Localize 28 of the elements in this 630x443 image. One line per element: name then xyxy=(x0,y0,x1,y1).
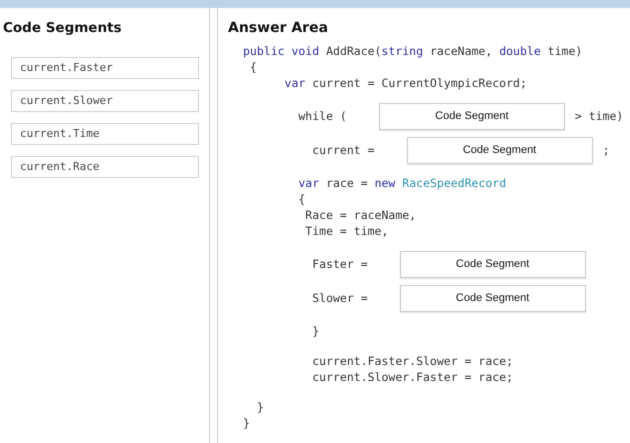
code-segment-tile[interactable]: current.Race xyxy=(11,156,199,178)
code-segment-tile[interactable]: current.Slower xyxy=(11,90,199,112)
drop-target[interactable]: Code Segment xyxy=(378,102,565,130)
code-text: Faster = xyxy=(311,257,368,271)
panel-title: Code Segments xyxy=(3,20,122,38)
code-line: Race = raceName, xyxy=(304,208,416,222)
code-segment-tile[interactable]: current.Faster xyxy=(11,57,199,79)
code-segment-tile[interactable]: current.Time xyxy=(11,123,199,145)
code-text: > time) xyxy=(574,109,624,123)
code-line: { xyxy=(248,60,257,74)
code-line: } xyxy=(243,416,250,430)
code-line: } xyxy=(256,400,264,414)
code-line: var race = new RaceSpeedRecord xyxy=(297,176,506,190)
code-line: Time = time, xyxy=(304,224,388,238)
drop-target[interactable]: Code Segment xyxy=(406,136,593,164)
code-line: { xyxy=(297,192,306,206)
code-line: } xyxy=(311,324,320,338)
code-text: Slower = xyxy=(311,291,368,305)
drop-target[interactable]: Code Segment xyxy=(400,284,586,312)
code-line: current.Slower.Faster = race; xyxy=(311,370,514,384)
code-line: var current = CurrentOlympicRecord; xyxy=(284,76,527,90)
drop-target[interactable]: Code Segment xyxy=(400,250,586,278)
panel-title: Answer Area xyxy=(228,20,328,38)
code-line: current.Faster.Slower = race; xyxy=(311,354,514,368)
code-text: while ( xyxy=(297,109,347,123)
code-text: current = xyxy=(311,143,375,157)
code-text: ; xyxy=(602,143,610,157)
code-line: public void AddRace(string raceName, double time) xyxy=(243,44,582,58)
